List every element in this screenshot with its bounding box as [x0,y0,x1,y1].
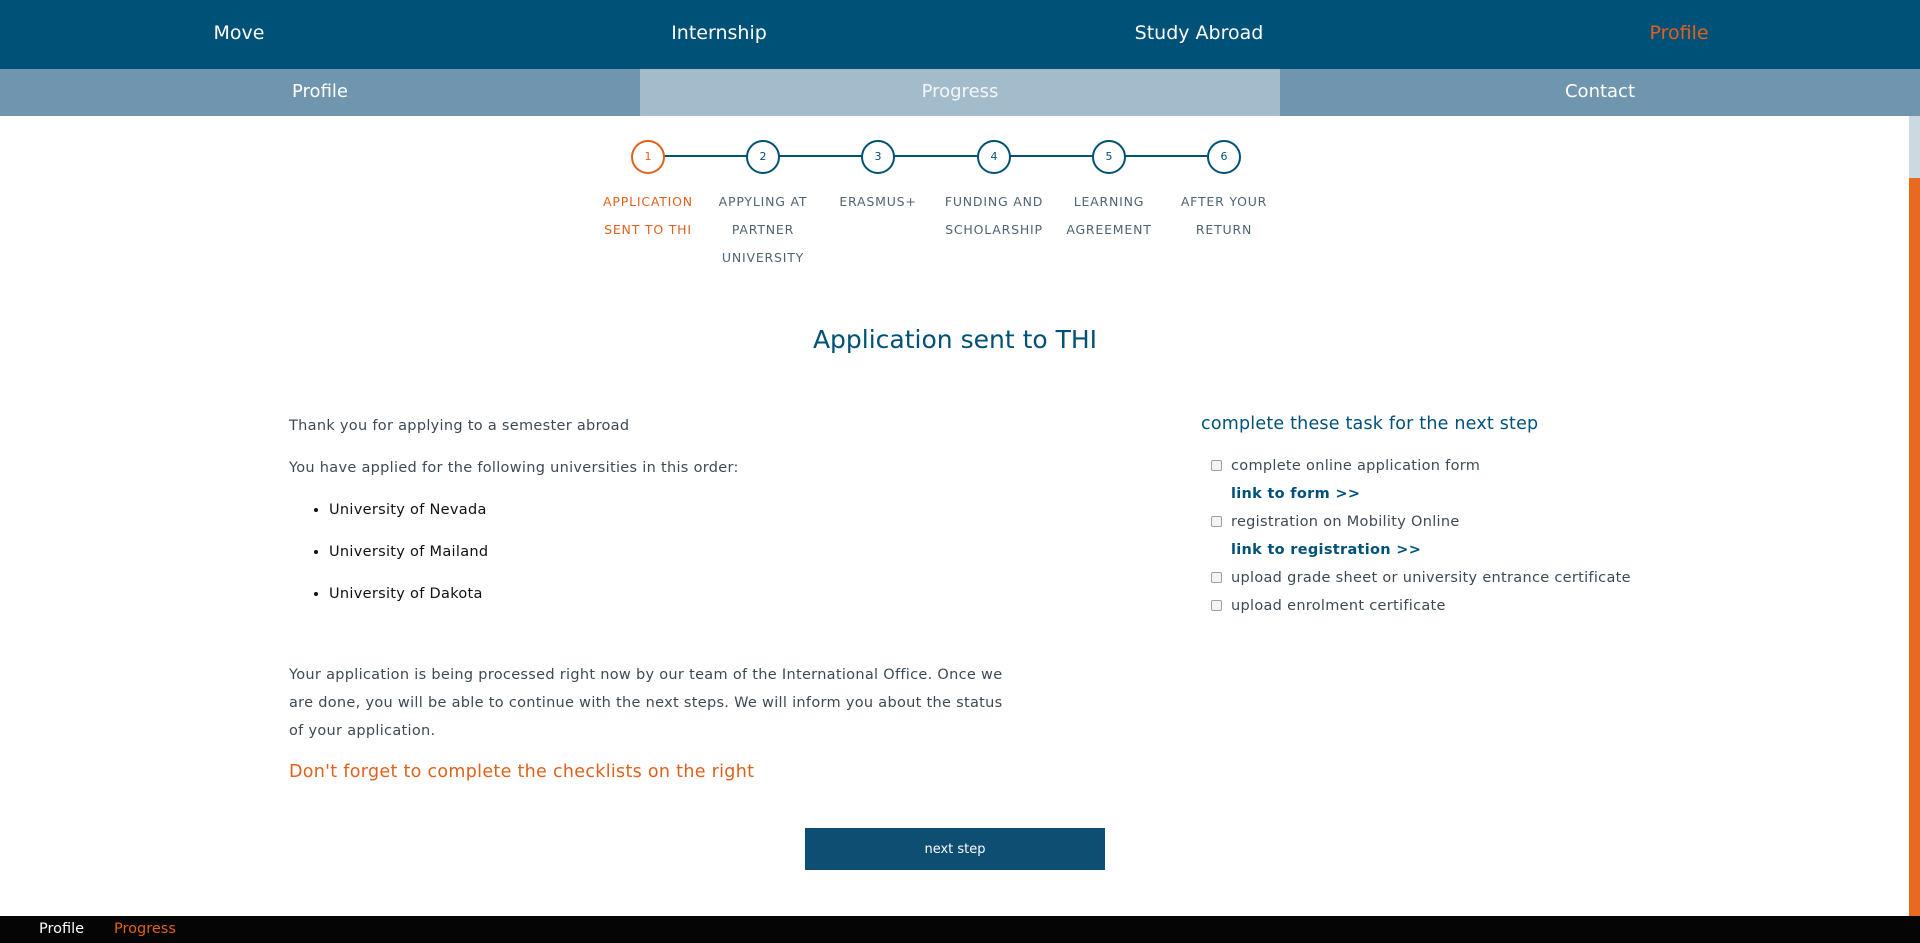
thank-you-text: Thank you for applying to a semester abr… [289,418,630,434]
checklist-item: registration on Mobility Online link to … [1201,508,1721,564]
step-label: ERASMUS+ [839,194,917,209]
step-number: 5 [1092,140,1126,174]
step-application-sent[interactable]: 1 APPLICATION SENT TO THI [588,140,708,244]
list-item: University of Mailand [329,538,1009,566]
checklist-heading: complete these task for the next step [1201,414,1539,434]
step-erasmus[interactable]: 3 ERASMUS+ [818,140,938,216]
task-checkbox[interactable] [1211,516,1222,527]
bottom-bar: Profile Progress [0,916,1920,943]
link-to-registration[interactable]: link to registration >> [1231,536,1721,564]
application-summary: Thank you for applying to a semester abr… [289,412,1009,622]
checklist-item: upload grade sheet or university entranc… [1201,564,1721,592]
task-checkbox[interactable] [1211,600,1222,611]
task-label: complete online application form [1231,458,1481,474]
list-item: University of Nevada [329,496,1009,524]
list-item: University of Dakota [329,580,1009,608]
bottom-item-profile[interactable]: Profile [39,916,84,943]
link-to-form[interactable]: link to form >> [1231,480,1721,508]
bottom-item-progress[interactable]: Progress [114,916,176,943]
checklist-items: complete online application form link to… [1201,452,1721,620]
step-number: 2 [746,140,780,174]
task-label: upload enrolment certificate [1231,598,1446,614]
checklist-item: complete online application form link to… [1201,452,1721,508]
processing-text: Your application is being processed righ… [289,667,1003,739]
step-learning-agreement[interactable]: 5 LEARNING AGREEMENT [1049,140,1169,244]
next-step-button[interactable]: next step [805,828,1105,870]
step-applying-partner[interactable]: 2 APPYLING AT PARTNER UNIVERSITY [703,140,823,272]
step-label: FUNDING AND SCHOLARSHIP [944,194,1044,237]
applied-intro-text: You have applied for the following unive… [289,460,739,476]
step-label: AFTER YOUR RETURN [1180,194,1268,237]
checklist-item: upload enrolment certificate [1201,592,1721,620]
university-list: University of Nevada University of Maila… [289,496,1009,608]
step-label: LEARNING AGREEMENT [1066,194,1152,237]
step-label: APPLICATION SENT TO THI [603,194,693,237]
step-number: 1 [631,140,665,174]
step-funding[interactable]: 4 FUNDING AND SCHOLARSHIP [934,140,1054,244]
step-number: 6 [1207,140,1241,174]
step-number: 3 [861,140,895,174]
progress-stepper: 1 APPLICATION SENT TO THI 2 APPYLING AT … [0,0,1920,280]
checklist-reminder: Don't forget to complete the checklists … [289,762,755,782]
task-checkbox[interactable] [1211,572,1222,583]
page-title: Application sent to THI [812,325,1098,354]
task-checklist: complete these task for the next step co… [1201,410,1721,620]
task-label: registration on Mobility Online [1231,514,1460,530]
task-checkbox[interactable] [1211,460,1222,471]
step-after-return[interactable]: 6 AFTER YOUR RETURN [1164,140,1284,244]
task-label: upload grade sheet or university entranc… [1231,570,1631,586]
step-label: APPYLING AT PARTNER UNIVERSITY [718,194,808,265]
step-number: 4 [977,140,1011,174]
